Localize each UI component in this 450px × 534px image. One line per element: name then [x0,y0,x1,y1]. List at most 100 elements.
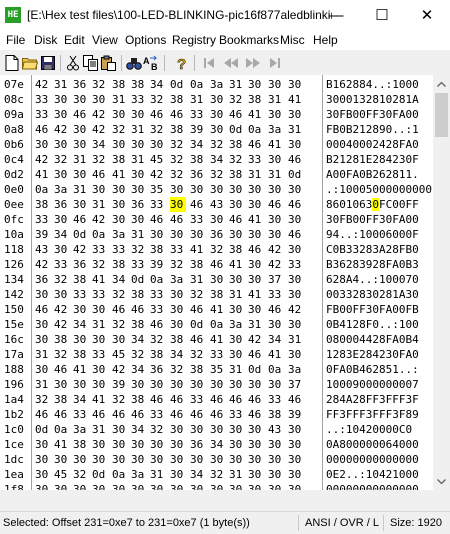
hex-editor-view[interactable]: 07e 42 31 36 32 38 38 34 0d 0a 3a 31 30 30 30 B162884..… [0,75,433,490]
ascii-text[interactable]: ..:10420000C0 [326,422,412,437]
hex-byte[interactable]: 46 [268,197,284,212]
hex-byte[interactable]: 0a [35,182,51,197]
hex-byte[interactable]: 30 [150,137,166,152]
hex-byte[interactable]: 38 [35,197,51,212]
hex-byte[interactable]: 30 [210,452,226,467]
hex-byte[interactable]: 30 [210,482,226,490]
hex-byte[interactable]: 30 [112,107,128,122]
minimize-button[interactable]: — [313,0,359,30]
ascii-text[interactable]: 0B4128F0..:100 [326,317,419,332]
hex-row[interactable]: 1dc 30 30 30 30 30 30 30 30 30 30 30 30 30 30 000000000… [0,452,433,467]
ascii-text[interactable]: 30FB00FF30FA00 [326,107,419,122]
hex-row[interactable]: 15e 30 42 34 31 32 38 46 30 0d 0a 3a 31 30 30 0B4128F0.… [0,317,433,332]
hex-byte[interactable]: 34 [210,437,226,452]
hex-byte[interactable]: 30 [131,167,147,182]
hex-byte[interactable]: 36 [190,437,206,452]
hex-byte[interactable]: 30 [150,452,166,467]
hex-byte[interactable]: 36 [73,257,89,272]
hex-byte[interactable]: 30 [150,227,166,242]
ascii-text[interactable]: 00000000000000 [326,452,419,467]
hex-byte[interactable]: 32 [210,242,226,257]
hex-byte[interactable]: 30 [131,182,147,197]
menu-help[interactable]: Help [313,33,338,47]
hex-byte[interactable]: 30 [288,317,304,332]
hex-byte[interactable]: 33 [170,242,186,257]
hex-byte[interactable]: 46 [210,257,226,272]
hex-byte[interactable]: 46 [170,392,186,407]
hex-byte[interactable]: 46 [190,407,206,422]
hex-byte[interactable]: 30 [112,437,128,452]
ascii-text[interactable]: 00332830281A30 [326,287,419,302]
hex-byte[interactable]: 32 [35,392,51,407]
hex-byte[interactable]: 0d [73,227,89,242]
hex-byte[interactable]: 32 [229,152,245,167]
hex-byte[interactable]: 30 [288,77,304,92]
save-icon[interactable] [39,54,57,72]
hex-byte[interactable]: 32 [150,422,166,437]
hex-byte[interactable]: 33 [131,257,147,272]
hex-byte[interactable]: 30 [288,287,304,302]
hex-byte[interactable]: 30 [35,137,51,152]
hex-row[interactable]: 0e0 0a 3a 31 30 30 30 35 30 30 30 30 30 30 30 .:1000500… [0,182,433,197]
hex-byte[interactable]: 0a [92,227,108,242]
hex-byte[interactable]: 30 [170,377,186,392]
hex-byte[interactable]: 33 [92,347,108,362]
hex-byte[interactable]: 32 [150,332,166,347]
hex-byte[interactable]: 46 [150,317,166,332]
hex-byte[interactable]: 37 [288,377,304,392]
hex-byte[interactable]: 30 [92,302,108,317]
hex-byte[interactable]: 30 [288,242,304,257]
hex-byte[interactable]: 30 [229,452,245,467]
hex-byte[interactable]: 41 [190,242,206,257]
hex-byte[interactable]: 33 [190,107,206,122]
hex-byte[interactable]: 46 [288,392,304,407]
hex-byte[interactable]: 0d [288,167,304,182]
hex-byte[interactable]: 42 [54,317,70,332]
hex-byte[interactable]: 30 [248,77,264,92]
hex-byte[interactable]: 38 [268,407,284,422]
hex-byte[interactable]: 41 [268,137,284,152]
hex-byte[interactable]: 33 [73,407,89,422]
hex-byte[interactable]: 3a [131,467,147,482]
hex-byte[interactable]: 3a [268,122,284,137]
hex-byte[interactable]: 30 [92,377,108,392]
hex-byte[interactable]: 30 [248,482,264,490]
hex-byte[interactable]: 30 [210,107,226,122]
hex-byte[interactable]: 46 [190,332,206,347]
hex-byte[interactable]: 46 [54,407,70,422]
hex-byte[interactable]: 34 [131,362,147,377]
hex-byte[interactable]: 30 [268,107,284,122]
maximize-button[interactable]: ☐ [359,0,405,30]
hex-byte[interactable]: 30 [92,182,108,197]
hex-byte[interactable]: 30 [92,92,108,107]
hex-byte[interactable]: 34 [131,422,147,437]
hex-byte[interactable]: 34 [112,272,128,287]
hex-byte[interactable]: 30 [73,167,89,182]
ascii-text[interactable]: 86010630FC00FF [326,197,419,212]
hex-byte[interactable]: 33 [210,347,226,362]
hex-byte[interactable]: 0a [112,467,128,482]
hex-byte[interactable]: 42 [35,152,51,167]
hex-byte[interactable]: 42 [92,122,108,137]
hex-byte[interactable]: 3a [54,182,70,197]
hex-byte[interactable]: 31 [35,347,51,362]
ascii-text[interactable]: FF3FFF3FFF3F89 [326,407,419,422]
hex-row[interactable]: 09a 33 30 46 42 30 30 46 46 33 30 46 41 30 30 30FB00FF3… [0,107,433,122]
hex-byte[interactable]: 0a [190,77,206,92]
selected-hex-byte[interactable]: 30 [170,197,186,212]
hex-row[interactable]: 17a 31 32 38 33 45 32 38 34 32 33 30 46 41 30 1283E2842… [0,347,433,362]
hex-byte[interactable]: 30 [268,152,284,167]
hex-byte[interactable]: 30 [248,257,264,272]
hex-byte[interactable]: 30 [248,467,264,482]
hex-byte[interactable]: 30 [35,317,51,332]
hex-row[interactable]: 08c 33 30 30 30 31 33 32 38 31 30 32 38 31 41 300013281… [0,92,433,107]
hex-byte[interactable]: 32 [112,317,128,332]
hex-byte[interactable]: 30 [131,482,147,490]
hex-byte[interactable]: 46 [92,167,108,182]
hex-byte[interactable]: 32 [229,92,245,107]
hex-row[interactable]: 0b6 30 30 30 34 30 30 30 32 34 32 38 46 41 30 000400024… [0,137,433,152]
hex-byte[interactable]: 30 [190,182,206,197]
hex-byte[interactable]: 30 [112,422,128,437]
hex-byte[interactable]: 30 [73,332,89,347]
hex-byte[interactable]: 46 [170,107,186,122]
